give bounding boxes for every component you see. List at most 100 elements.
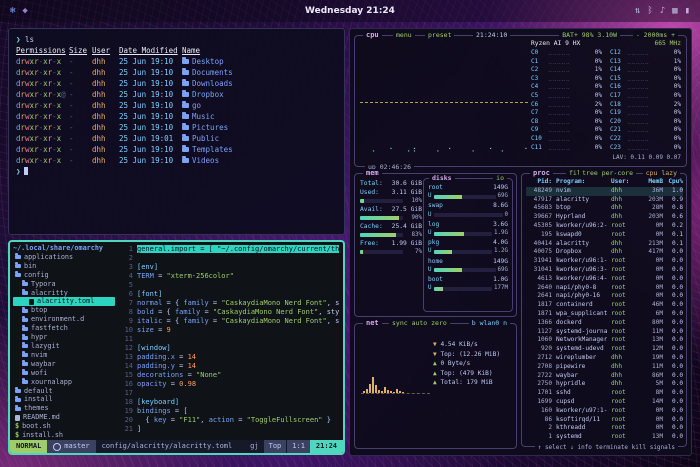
editor-line[interactable]: 4TERM = "xterm-256color" bbox=[117, 272, 343, 281]
tree-item-default[interactable]: default bbox=[13, 387, 115, 396]
proc-column-header[interactable]: Pid: bbox=[526, 178, 552, 187]
editor-line[interactable]: 14padding.y = 14 bbox=[117, 362, 343, 371]
preset-button[interactable]: preset bbox=[425, 31, 454, 39]
process-row[interactable]: 1127systemd-journalroot11M0.0 bbox=[526, 328, 683, 337]
net-graph-divider bbox=[361, 393, 430, 394]
process-row[interactable]: 40414alacrittydhh213M0.1 bbox=[526, 240, 683, 249]
editor-line[interactable]: 9italic = { family = "CaskaydiaMono Nerd… bbox=[117, 317, 343, 326]
process-mem: 203M bbox=[641, 196, 663, 205]
editor-buffer[interactable]: 1general.import = [ "~/.config/omarchy/c… bbox=[117, 242, 343, 440]
process-row[interactable]: 160kworker/u97:1-sroot0M0.0 bbox=[526, 407, 683, 416]
proc-tree-toggle[interactable]: tree per-core bbox=[579, 169, 636, 177]
net-interface[interactable]: b wlan0 n bbox=[469, 319, 510, 327]
process-row[interactable]: 48249nvimdhh36M1.0 bbox=[526, 187, 683, 196]
tree-item-boot-sh[interactable]: $boot.sh bbox=[13, 422, 115, 431]
disks-box-title: disks bbox=[429, 174, 455, 182]
process-row[interactable]: 2750hypridledhh5M0.0 bbox=[526, 380, 683, 389]
editor-line[interactable]: 16opacity = 0.98 bbox=[117, 380, 343, 389]
disks-io-toggle[interactable]: io bbox=[493, 174, 507, 182]
process-row[interactable]: 2640napi/phy0-8root0M0.0 bbox=[526, 284, 683, 293]
editor-line[interactable]: 11 bbox=[117, 335, 343, 344]
tree-item-readme-md[interactable]: README.md bbox=[13, 413, 115, 422]
proc-column-header[interactable]: Cpu% bbox=[667, 178, 683, 187]
proc-column-header[interactable]: User: bbox=[611, 178, 637, 187]
editor-line[interactable]: 20 { key = "F11", action = "ToggleFullsc… bbox=[117, 416, 343, 425]
network-updown-icon[interactable]: ⇅ bbox=[635, 6, 640, 16]
menu-button[interactable]: menu bbox=[393, 31, 415, 39]
tree-item-alacritty[interactable]: alacritty bbox=[13, 289, 115, 298]
process-row[interactable]: 1060NetworkManagerroot13M0.0 bbox=[526, 336, 683, 345]
net-options[interactable]: sync auto zero bbox=[389, 319, 450, 327]
tree-item-install[interactable]: install bbox=[13, 395, 115, 404]
editor-line[interactable]: 12[window] bbox=[117, 344, 343, 353]
audio-icon[interactable]: ♪ bbox=[660, 6, 665, 16]
process-row[interactable]: 45305kworker/u96:2-eroot0M0.2 bbox=[526, 222, 683, 231]
tree-item-wofi[interactable]: wofi bbox=[13, 369, 115, 378]
editor-line[interactable]: 19bindings = [ bbox=[117, 407, 343, 416]
process-row[interactable]: 31041kworker/u96:3-proot0M0.0 bbox=[526, 266, 683, 275]
editor-window[interactable]: ~/.local/share/omarchy applicationsbinco… bbox=[8, 240, 345, 455]
editor-line[interactable]: 10size = 9 bbox=[117, 326, 343, 335]
process-row[interactable]: 47917alacrittydhh203M0.9 bbox=[526, 196, 683, 205]
tray-grid-icon[interactable]: ▦ bbox=[672, 6, 677, 16]
process-row[interactable]: 920systemd-udevdroot12M0.0 bbox=[526, 345, 683, 354]
terminal-window[interactable]: ❯ ls PermissionsSizeUserDate ModifiedNam… bbox=[8, 28, 345, 235]
process-row[interactable]: 86ksoftirqd/11root0M0.0 bbox=[526, 416, 683, 425]
battery-icon[interactable]: ▮ bbox=[685, 6, 690, 16]
editor-line[interactable]: 18[keyboard] bbox=[117, 398, 343, 407]
proc-column-header[interactable]: Program: bbox=[556, 178, 607, 187]
editor-line[interactable]: 17 bbox=[117, 389, 343, 398]
tree-item-btop[interactable]: btop bbox=[13, 306, 115, 315]
tree-item-lazygit[interactable]: lazygit bbox=[13, 342, 115, 351]
tree-item-environment-d[interactable]: environment.d bbox=[13, 315, 115, 324]
proc-column-header[interactable]: MemB bbox=[641, 178, 663, 187]
process-row[interactable]: 2722waybardhh86M0.0 bbox=[526, 372, 683, 381]
editor-line[interactable]: 5 bbox=[117, 281, 343, 290]
bluetooth-icon[interactable]: ᛒ bbox=[647, 6, 652, 16]
editor-line[interactable]: 3[env] bbox=[117, 263, 343, 272]
tree-item-config[interactable]: config bbox=[13, 271, 115, 280]
process-row[interactable]: 45683btopdhh28M0.8 bbox=[526, 204, 683, 213]
editor-line[interactable]: 7normal = { family = "CaskaydiaMono Nerd… bbox=[117, 299, 343, 308]
tree-item-waybar[interactable]: waybar bbox=[13, 360, 115, 369]
process-row[interactable]: 1701sshdroot8M0.0 bbox=[526, 389, 683, 398]
process-row[interactable]: 1699cupsdroot14M0.0 bbox=[526, 398, 683, 407]
tree-item-install-sh[interactable]: $install.sh bbox=[13, 431, 115, 440]
editor-line[interactable]: 1general.import = [ "~/.config/omarchy/c… bbox=[117, 245, 343, 254]
process-row[interactable]: 4613kworker/u96:4-proot0M0.0 bbox=[526, 275, 683, 284]
btop-window[interactable]: cpu menu preset 21:24:10 BAT+ 98% 3.10W … bbox=[349, 28, 692, 456]
tree-item-bin[interactable]: bin bbox=[13, 262, 115, 271]
editor-line[interactable]: 2 bbox=[117, 254, 343, 263]
line-content: [keyboard] bbox=[137, 398, 179, 407]
editor-line[interactable]: 8bold = { family = "CaskaydiaMono Nerd F… bbox=[117, 308, 343, 317]
process-row[interactable]: 1366dockerdroot80M0.0 bbox=[526, 319, 683, 328]
editor-line[interactable]: 21] bbox=[117, 425, 343, 434]
process-row[interactable]: 39667Hyprlanddhh203M0.6 bbox=[526, 213, 683, 222]
process-row[interactable]: 2641napi/phy0-16root0M0.0 bbox=[526, 292, 683, 301]
core-row-c19: C19⣀⣀⣀⣀⣀0% bbox=[610, 109, 681, 118]
tree-item-applications[interactable]: applications bbox=[13, 253, 115, 262]
tree-item-fastfetch[interactable]: fastfetch bbox=[13, 324, 115, 333]
tree-item-hypr[interactable]: hypr bbox=[13, 333, 115, 342]
tree-item-nvim[interactable]: nvim bbox=[13, 351, 115, 360]
editor-line[interactable]: 13padding.x = 14 bbox=[117, 353, 343, 362]
tree-item-xournalapp[interactable]: xournalapp bbox=[13, 378, 115, 387]
process-row[interactable]: 40075Dropboxdhh417M0.0 bbox=[526, 248, 683, 257]
process-row[interactable]: 31941kworker/u96:1-iroot0M0.0 bbox=[526, 257, 683, 266]
tree-item-typora[interactable]: Typora bbox=[13, 280, 115, 289]
tree-item-themes[interactable]: themes bbox=[13, 404, 115, 413]
editor-line[interactable]: 15decorations = "None" bbox=[117, 371, 343, 380]
process-name: kworker/u96:3-p bbox=[556, 266, 607, 275]
process-row[interactable]: 195kswapd0root0M0.1 bbox=[526, 231, 683, 240]
update-interval[interactable]: - 2000ms + bbox=[633, 31, 678, 39]
process-row[interactable]: 1systemdroot13M0.0 bbox=[526, 433, 683, 442]
proc-sort-selector[interactable]: cpu lazy bbox=[643, 169, 680, 177]
tree-item-alacritty-toml[interactable]: alacritty.toml bbox=[13, 297, 115, 306]
process-row[interactable]: 2kthreaddroot0M0.0 bbox=[526, 424, 683, 433]
file-tree[interactable]: ~/.local/share/omarchy applicationsbinco… bbox=[10, 242, 117, 440]
editor-line[interactable]: 6[font] bbox=[117, 290, 343, 299]
process-row[interactable]: 2712wireplumberdhh19M0.0 bbox=[526, 354, 683, 363]
process-row[interactable]: 1817containerdroot46M0.0 bbox=[526, 301, 683, 310]
process-row[interactable]: 1871wpa_supplicantroot6M0.0 bbox=[526, 310, 683, 319]
process-row[interactable]: 2708pipewiredhh11M0.0 bbox=[526, 363, 683, 372]
